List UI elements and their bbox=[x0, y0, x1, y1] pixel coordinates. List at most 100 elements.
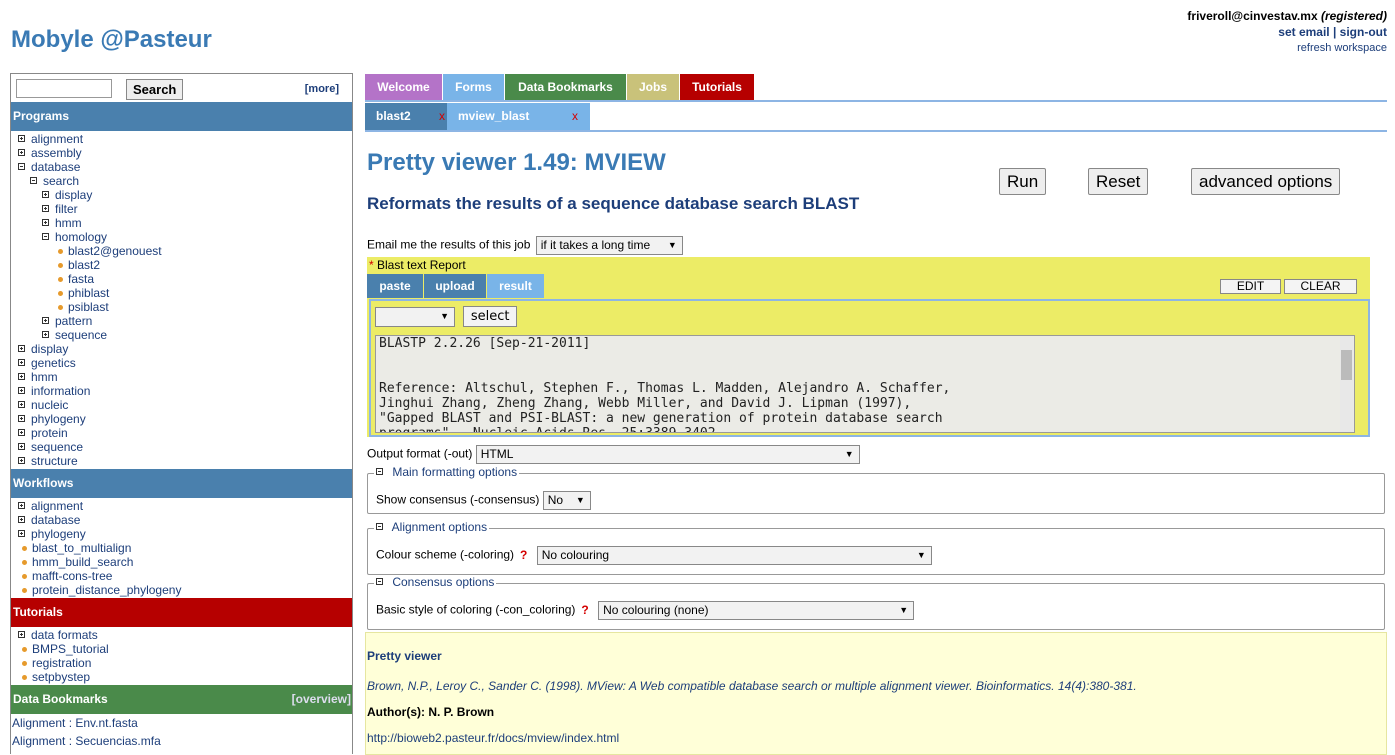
alignment-legend[interactable]: Alignment options bbox=[374, 520, 490, 534]
tree-item-link[interactable]: phylogeny bbox=[31, 412, 86, 426]
collapse-icon[interactable] bbox=[30, 177, 37, 184]
expand-icon[interactable] bbox=[18, 401, 25, 408]
tree-item-link[interactable]: sequence bbox=[31, 440, 83, 454]
email-select[interactable]: if it takes a long time ▼ bbox=[535, 236, 683, 255]
programs-header[interactable]: Programs bbox=[11, 102, 352, 131]
tab-data-bookmarks[interactable]: Data Bookmarks bbox=[505, 74, 626, 100]
tree-item-link[interactable]: registration bbox=[32, 656, 91, 670]
expand-icon[interactable] bbox=[18, 502, 25, 509]
tab-forms[interactable]: Forms bbox=[443, 74, 504, 100]
tree-item-link[interactable]: genetics bbox=[31, 356, 76, 370]
expand-icon[interactable] bbox=[18, 345, 25, 352]
colour-select[interactable]: No colouring ▼ bbox=[536, 546, 932, 565]
expand-icon[interactable] bbox=[18, 149, 25, 156]
bookmarks-overview-link[interactable]: [overview] bbox=[292, 685, 351, 714]
tree-item-link[interactable]: database bbox=[31, 160, 80, 174]
tree-item-link[interactable]: alignment bbox=[31, 499, 83, 513]
result-select[interactable]: ▼ bbox=[375, 306, 455, 327]
tree-item-link[interactable]: sequence bbox=[55, 328, 107, 342]
advanced-options-button[interactable]: advanced options bbox=[1191, 168, 1341, 195]
expand-icon[interactable] bbox=[42, 205, 49, 212]
bookmark-item[interactable]: Alignment : Secuencias.mfa bbox=[11, 732, 352, 750]
main-formatting-legend[interactable]: Main formatting options bbox=[374, 465, 520, 479]
subtab-mview-blast[interactable]: mview_blast x bbox=[447, 103, 590, 130]
more-link[interactable]: [more] bbox=[305, 83, 339, 95]
tree-item-link[interactable]: display bbox=[31, 342, 68, 356]
expand-icon[interactable] bbox=[18, 359, 25, 366]
tree-item-link[interactable]: structure bbox=[31, 454, 78, 468]
tree-item-link[interactable]: search bbox=[43, 174, 79, 188]
expand-icon[interactable] bbox=[18, 443, 25, 450]
reset-button[interactable]: Reset bbox=[1088, 168, 1149, 195]
report-textarea[interactable]: BLASTP 2.2.26 [Sep-21-2011] Reference: A… bbox=[375, 335, 1355, 433]
consensus-select[interactable]: No ▼ bbox=[542, 491, 591, 510]
tree-item-link[interactable]: psiblast bbox=[68, 300, 109, 314]
tab-tutorials[interactable]: Tutorials bbox=[680, 74, 754, 100]
tree-item-link[interactable]: setpbystep bbox=[32, 670, 90, 684]
tree-item-link[interactable]: display bbox=[55, 188, 92, 202]
expand-icon[interactable] bbox=[18, 429, 25, 436]
help-icon[interactable]: ? bbox=[581, 603, 588, 617]
help-icon[interactable]: ? bbox=[520, 548, 527, 562]
expand-icon[interactable] bbox=[18, 135, 25, 142]
expand-icon[interactable] bbox=[42, 219, 49, 226]
expand-icon[interactable] bbox=[42, 191, 49, 198]
tree-item-link[interactable]: hmm bbox=[31, 370, 58, 384]
expand-icon[interactable] bbox=[18, 457, 25, 464]
close-icon[interactable]: x bbox=[572, 103, 578, 130]
expand-icon[interactable] bbox=[18, 631, 25, 638]
collapse-icon[interactable] bbox=[376, 523, 383, 530]
bookmarks-header[interactable]: Data Bookmarks [overview] bbox=[11, 685, 352, 714]
tree-item-link[interactable]: blast2@genouest bbox=[68, 244, 162, 258]
collapse-icon[interactable] bbox=[18, 163, 25, 170]
expand-icon[interactable] bbox=[18, 516, 25, 523]
tree-item-link[interactable]: phylogeny bbox=[31, 527, 86, 541]
scrollbar-thumb[interactable] bbox=[1341, 350, 1352, 380]
tree-item-link[interactable]: assembly bbox=[31, 146, 82, 160]
tree-item-link[interactable]: protein bbox=[31, 426, 68, 440]
expand-icon[interactable] bbox=[18, 387, 25, 394]
tree-item-link[interactable]: filter bbox=[55, 202, 78, 216]
output-format-select[interactable]: HTML ▼ bbox=[475, 445, 860, 464]
tree-item-link[interactable]: fasta bbox=[68, 272, 94, 286]
consensus-legend[interactable]: Consensus options bbox=[374, 575, 497, 589]
tab-upload[interactable]: upload bbox=[424, 274, 486, 298]
clear-button[interactable]: CLEAR bbox=[1284, 279, 1357, 294]
scrollbar[interactable] bbox=[1340, 336, 1353, 432]
expand-icon[interactable] bbox=[18, 415, 25, 422]
collapse-icon[interactable] bbox=[376, 468, 383, 475]
tree-item-link[interactable]: blast2 bbox=[68, 258, 100, 272]
tree-item-link[interactable]: BMPS_tutorial bbox=[32, 642, 109, 656]
edit-button[interactable]: EDIT bbox=[1220, 279, 1281, 294]
collapse-icon[interactable] bbox=[376, 578, 383, 585]
tree-item-link[interactable]: hmm bbox=[55, 216, 82, 230]
tree-item-link[interactable]: blast_to_multialign bbox=[32, 541, 131, 555]
search-button[interactable]: Search bbox=[126, 79, 184, 100]
expand-icon[interactable] bbox=[18, 373, 25, 380]
set-email-link[interactable]: set email bbox=[1278, 25, 1329, 39]
tree-item-link[interactable]: pattern bbox=[55, 314, 92, 328]
bookmark-item[interactable]: Alignment : Secuencias_s2.mfa bbox=[11, 750, 352, 754]
expand-icon[interactable] bbox=[18, 530, 25, 537]
tab-jobs[interactable]: Jobs bbox=[627, 74, 679, 100]
tree-item-link[interactable]: alignment bbox=[31, 132, 83, 146]
tree-item-link[interactable]: homology bbox=[55, 230, 107, 244]
program-doc-link[interactable]: http://bioweb2.pasteur.fr/docs/mview/ind… bbox=[367, 731, 619, 745]
search-input[interactable] bbox=[16, 79, 112, 98]
sign-out-link[interactable]: sign-out bbox=[1340, 25, 1387, 39]
run-button[interactable]: Run bbox=[999, 168, 1047, 195]
close-icon[interactable]: x bbox=[439, 103, 445, 130]
tree-item-link[interactable]: hmm_build_search bbox=[32, 555, 133, 569]
select-button[interactable]: select bbox=[462, 306, 518, 327]
tree-item-link[interactable]: database bbox=[31, 513, 80, 527]
tree-item-link[interactable]: protein_distance_phylogeny bbox=[32, 583, 181, 597]
bookmark-item[interactable]: Alignment : Env.nt.fasta bbox=[11, 714, 352, 732]
concolor-select[interactable]: No colouring (none) ▼ bbox=[598, 601, 915, 620]
tutorials-header[interactable]: Tutorials bbox=[11, 598, 352, 627]
tree-item-link[interactable]: information bbox=[31, 384, 90, 398]
collapse-icon[interactable] bbox=[42, 233, 49, 240]
workflows-header[interactable]: Workflows bbox=[11, 469, 352, 498]
tab-welcome[interactable]: Welcome bbox=[365, 74, 442, 100]
expand-icon[interactable] bbox=[42, 317, 49, 324]
subtab-blast2[interactable]: blast2 x bbox=[365, 103, 457, 130]
